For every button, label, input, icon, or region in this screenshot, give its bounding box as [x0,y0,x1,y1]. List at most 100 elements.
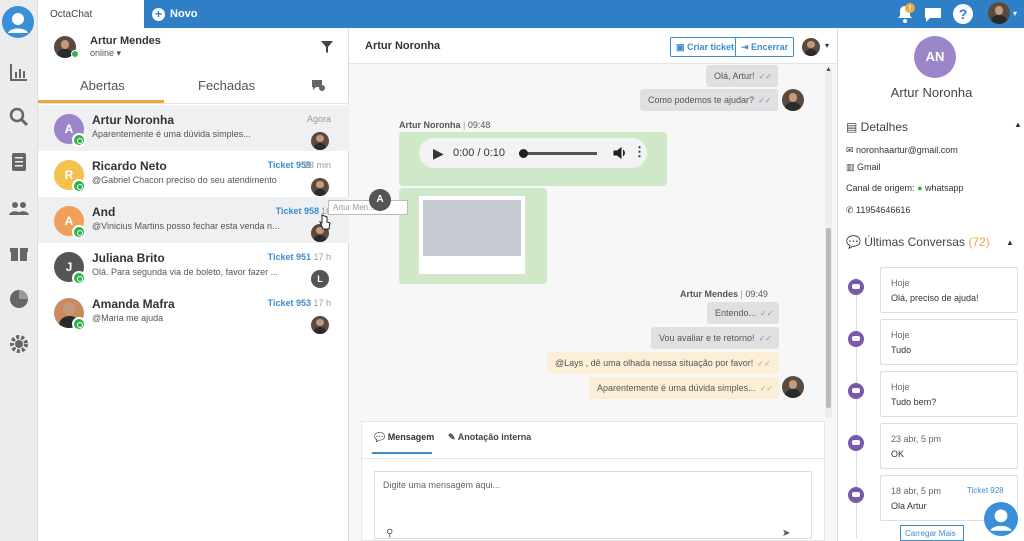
whatsapp-icon [72,317,86,331]
conversation-date: 23 abr, 5 pm [891,434,942,444]
contact-email: ✉ noronhaartur@gmail.com [846,145,958,155]
tab-closed[interactable]: Fechadas [198,78,255,93]
tab-internal-note[interactable]: ✎ Anotação interna [448,432,531,443]
ticket-number: Ticket 928 [967,486,1004,495]
user-avatar[interactable] [988,2,1010,24]
gear-icon[interactable] [7,332,31,356]
last-conversation-item[interactable]: Hoje Olá, preciso de ajuda! [880,267,1018,313]
agent-avatar[interactable] [802,38,820,56]
assigned-agent-avatar [311,316,329,334]
id-card-icon: ▤ [846,120,861,134]
whatsapp-icon [72,271,86,285]
chat-scrollbar[interactable]: ▲ [825,66,832,418]
image-thumbnail[interactable] [418,195,526,275]
attach-icon[interactable]: ⚲ [386,528,393,539]
conversation-item[interactable]: J Juliana Brito Olá. Para segunda via de b… [38,243,349,289]
active-tab-indicator [38,100,164,103]
chevron-up-icon[interactable]: ▲ [1014,120,1022,129]
conversation-snippet: Olá, preciso de ajuda! [891,293,979,303]
create-ticket-button[interactable]: ▣ Criar ticket [670,37,741,57]
conversation-snippet: Tudo [891,345,912,355]
plus-icon: + [152,7,165,21]
message-bubble: Entendo... ✓✓ [707,302,779,324]
conversation-preview: @Vinicius Martins posso fechar esta vend… [92,221,280,231]
new-tab-button[interactable]: + Novo [152,5,198,23]
details-section-header[interactable]: ▤ Detalhes [846,120,908,134]
ticket-icon: ▣ [676,42,688,52]
chevron-down-icon[interactable]: ▾ [1013,9,1017,18]
whatsapp-icon [72,179,86,193]
last-conversations-header[interactable]: 💬 Últimas Conversas (72) [846,235,990,249]
contact-company: ▥ Gmail [846,162,881,172]
pie-chart-icon[interactable] [7,287,31,311]
hand-cursor-icon [319,214,331,230]
comment-icon: 💬 [374,432,388,442]
contact-avatar: AN [914,36,956,78]
conversation-preview: Olá. Para segunda via de boleto, favor f… [92,267,279,277]
ticket-number: Ticket 958 [275,206,319,216]
agent-avatar [782,376,804,398]
last-conversation-item[interactable]: Hoje Tudo bem? [880,371,1018,417]
play-icon[interactable]: ▶ [433,145,444,162]
audio-progress-thumb[interactable] [519,149,528,158]
envelope-icon: ✉ [846,145,857,155]
status-dropdown[interactable]: online ▾ [90,48,121,59]
outgoing-sender: Artur Mendes | 09:49 [680,289,768,299]
logo-icon[interactable] [2,6,34,38]
conversation-item[interactable]: R Ricardo Neto @Gabriel Chacon preciso do … [38,151,349,197]
bell-icon[interactable]: ! [893,2,917,26]
chevron-up-icon[interactable]: ▲ [1006,238,1014,247]
ticket-number: Ticket 951 [267,252,311,262]
audio-player[interactable]: ▶ 0:00 / 0:10 ⋮ [419,138,647,168]
help-chat-launcher[interactable] [984,502,1018,536]
comments-icon: 💬 [846,235,865,249]
users-icon[interactable] [7,196,31,220]
conversation-item[interactable]: A And @Vinicius Martins posso fechar esta … [38,197,349,243]
gift-icon[interactable] [7,241,31,265]
whatsapp-icon [72,133,86,147]
last-conversation-item[interactable]: 23 abr, 5 pm OK [880,423,1018,469]
contact-phone: ✆ 11954646616 [846,205,911,215]
list-icon[interactable] [7,150,31,174]
conversation-preview: Aparentemente é uma dúvida simples... [92,129,251,139]
incoming-sender: Artur Noronha | 09:48 [399,120,491,130]
conversation-time: 17 h [313,252,331,262]
tab-message[interactable]: 💬 Mensagem [374,432,434,443]
assigned-agent-avatar [311,178,329,196]
chart-icon[interactable] [7,60,31,84]
tab-octachat[interactable]: OctaChat [38,0,144,28]
conversation-tabs: Abertas Fechadas [38,66,349,104]
conversation-name: Amanda Mafra [92,297,175,311]
chat-bubble-icon[interactable] [921,2,945,26]
conversation-date: Hoje [891,330,910,340]
conversation-snippet: Tudo bem? [891,397,937,407]
image-message [399,188,547,284]
close-chat-button[interactable]: ⇥ Encerrar [735,37,795,57]
more-options-icon[interactable]: ⋮ [633,144,646,160]
message-input[interactable]: Digite uma mensagem aqui... [374,471,812,539]
help-icon[interactable]: ? [951,2,975,26]
conversation-date: Hoje [891,278,910,288]
conversation-list-panel: Artur Mendes online ▾ Abertas Fechadas A… [38,28,408,541]
new-chat-icon[interactable] [310,77,326,93]
load-more-button[interactable]: Carregar Mais [900,525,964,541]
conversation-item[interactable]: Amanda Mafra @Maria me ajuda Ticket 953 17 … [38,289,349,335]
conversation-name: And [92,205,116,219]
screenshot-image [423,200,521,256]
volume-icon[interactable] [613,146,627,160]
conversation-date: Hoje [891,382,910,392]
audio-progress[interactable] [519,152,597,155]
chevron-down-icon[interactable]: ▾ [825,41,829,50]
current-user-header: Artur Mendes online ▾ [38,28,349,66]
conversation-name: Artur Noronha [92,113,174,127]
contact-origin: Canal de origem: ● whatsapp [846,183,964,193]
internal-note: Aparentemente é uma dúvida simples... ✓✓ [589,377,779,399]
last-conversation-item[interactable]: Hoje Tudo [880,319,1018,365]
search-icon[interactable] [7,105,31,129]
conversation-item[interactable]: A Artur Noronha Aparentemente é uma dúvida… [38,105,349,151]
send-icon[interactable]: ➤ [782,528,790,539]
tab-open[interactable]: Abertas [80,78,125,93]
filter-icon[interactable] [320,40,334,54]
conversation-preview: @Gabriel Chacon preciso do seu atendimen… [92,175,277,185]
conversation-name: Juliana Brito [92,251,165,265]
